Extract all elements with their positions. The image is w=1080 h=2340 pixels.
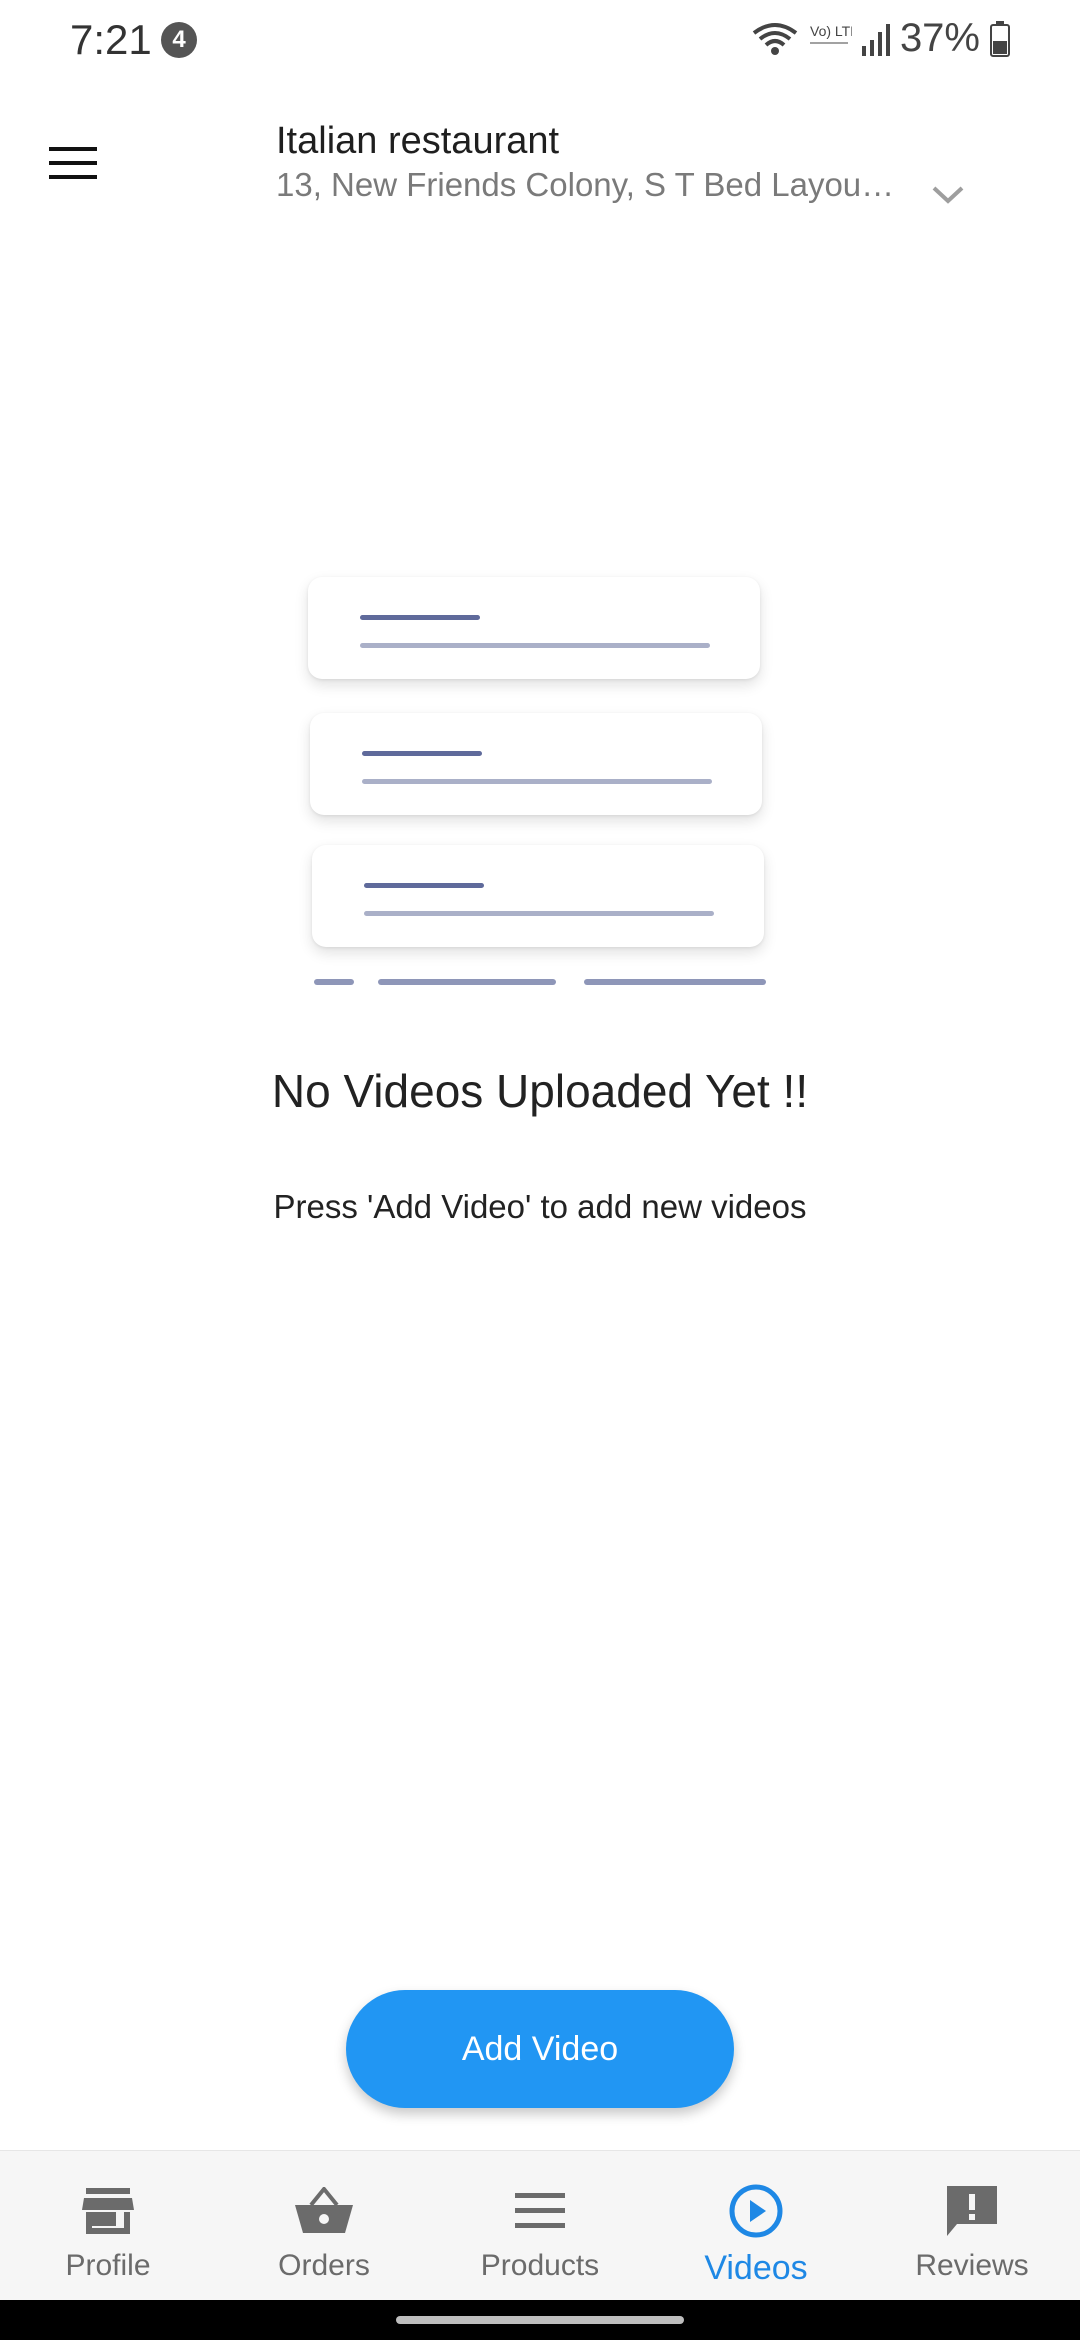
empty-list-illustration	[300, 575, 780, 995]
menu-button[interactable]	[36, 130, 112, 200]
illustration-card	[310, 713, 762, 815]
empty-state-title: No Videos Uploaded Yet !!	[271, 1065, 809, 1117]
status-bar: 7:21 4 Vo) LTE1	[0, 0, 1080, 84]
nav-item-videos[interactable]: Videos	[648, 2151, 864, 2300]
store-name[interactable]: Italian restaurant	[276, 120, 559, 163]
illustration-line	[362, 779, 712, 784]
empty-state-subtitle: Press 'Add Video' to add new videos	[273, 1188, 807, 1225]
bottom-navigation: Profile Orders Products Videos Reviews	[0, 2150, 1080, 2300]
store-icon	[78, 2181, 138, 2241]
play-circle-icon	[726, 2181, 786, 2241]
battery-icon	[990, 20, 1010, 57]
store-address[interactable]: 13, New Friends Colony, S T Bed Layout, …	[276, 166, 896, 204]
illustration-line	[364, 911, 714, 916]
nav-item-profile[interactable]: Profile	[0, 2151, 216, 2300]
list-icon	[510, 2181, 570, 2241]
add-video-button[interactable]: Add Video	[346, 1990, 734, 2108]
illustration-dash	[584, 979, 766, 985]
battery-percent: 37%	[899, 16, 980, 60]
status-time: 7:21	[70, 16, 152, 63]
nav-item-products[interactable]: Products	[432, 2151, 648, 2300]
basket-icon	[294, 2181, 354, 2241]
app-header: Italian restaurant 13, New Friends Colon…	[0, 100, 1080, 230]
screen: 7:21 4 Vo) LTE1	[0, 0, 1080, 2340]
illustration-line	[362, 751, 482, 756]
signal-icon	[861, 22, 890, 56]
volte-lte-icon: Vo) LTE1	[808, 19, 852, 59]
notification-count-badge: 4	[161, 22, 197, 58]
feedback-icon	[942, 2181, 1002, 2241]
illustration-card	[308, 577, 760, 679]
illustration-line	[364, 883, 484, 888]
illustration-dash	[314, 979, 354, 985]
wifi-icon	[752, 21, 798, 57]
illustration-line	[360, 643, 710, 648]
nav-label-reviews: Reviews	[915, 2249, 1029, 2282]
hamburger-menu-icon	[49, 145, 99, 186]
nav-label-products: Products	[480, 2249, 600, 2282]
network-type-label: Vo) LTE1	[810, 23, 852, 39]
store-selector-dropdown[interactable]	[920, 172, 976, 222]
nav-label-videos: Videos	[704, 2249, 808, 2287]
home-gesture-handle[interactable]	[396, 2316, 684, 2324]
nav-item-reviews[interactable]: Reviews	[864, 2151, 1080, 2300]
illustration-line	[360, 615, 480, 620]
system-navigation-bar	[0, 2300, 1080, 2340]
nav-item-orders[interactable]: Orders	[216, 2151, 432, 2300]
status-icons: Vo) LTE1 37%	[752, 16, 1010, 61]
nav-label-profile: Profile	[65, 2249, 151, 2282]
nav-label-orders: Orders	[278, 2249, 370, 2282]
illustration-card	[312, 845, 764, 947]
chevron-down-icon	[931, 185, 965, 210]
illustration-dash	[378, 979, 556, 985]
